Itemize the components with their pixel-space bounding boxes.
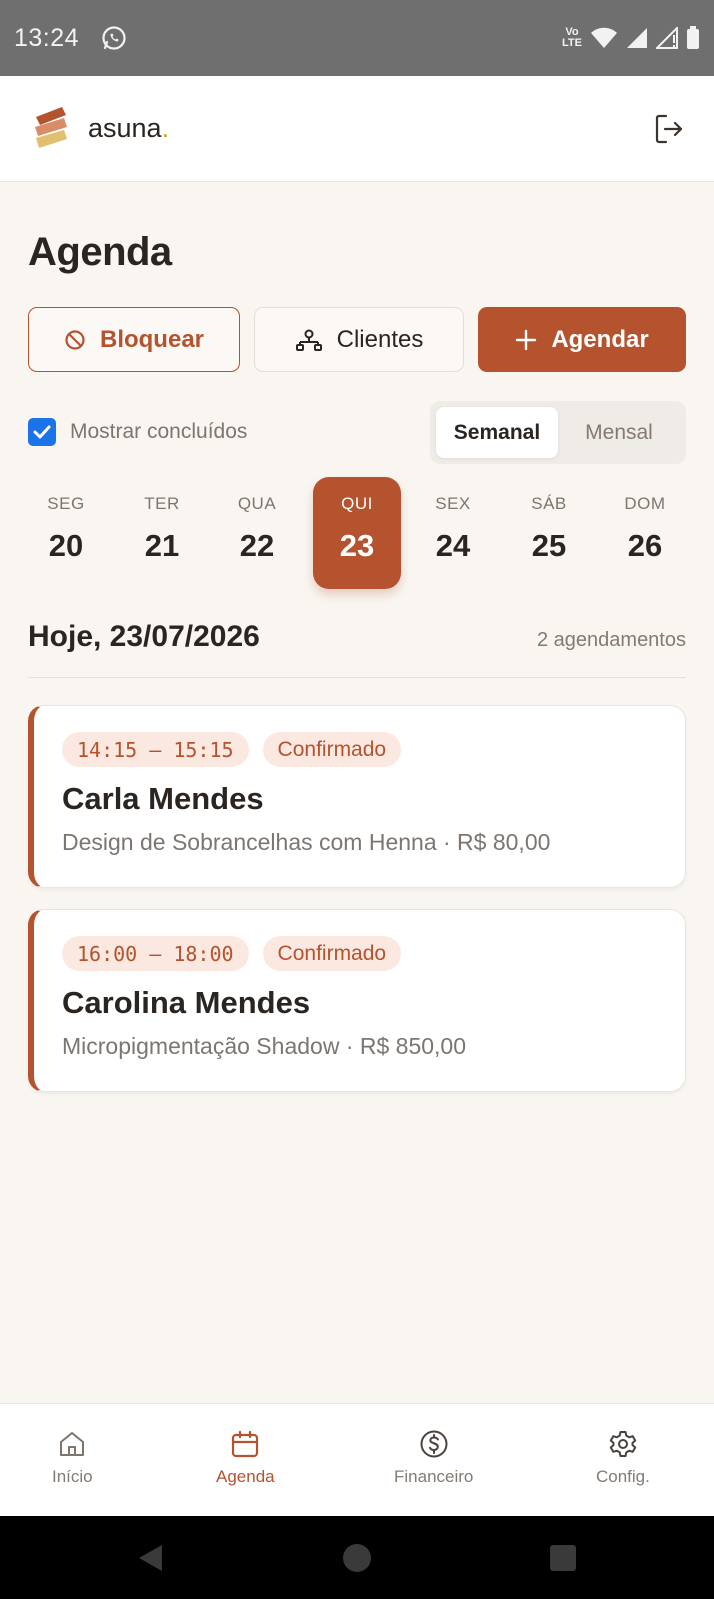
whatsapp-icon xyxy=(102,26,126,50)
show-completed-label: Mostrar concluídos xyxy=(70,420,248,443)
plus-icon xyxy=(516,329,537,350)
status-bar: 13:24 Vo LTE xyxy=(0,0,714,76)
service-detail: Design de Sobrancelhas com Henna · R$ 80… xyxy=(62,829,551,855)
recents-icon[interactable] xyxy=(549,1544,577,1572)
checkmark-icon xyxy=(33,425,51,439)
block-icon xyxy=(65,329,85,350)
client-name: Carla Mendes xyxy=(62,781,264,816)
show-completed-checkbox[interactable] xyxy=(28,418,56,446)
today-date-title: Hoje, 23/07/2026 xyxy=(28,620,260,653)
day-sun[interactable]: DOM 26 xyxy=(601,477,689,589)
bottom-nav: Início Agenda Financeiro Config. xyxy=(0,1403,714,1516)
brand-name: asuna. xyxy=(88,113,170,143)
day-sat[interactable]: SÁB 25 xyxy=(505,477,593,589)
appointment-count: 2 agendamentos xyxy=(536,629,686,651)
view-toggle: Semanal Mensal xyxy=(430,401,686,464)
today-header: Hoje, 23/07/2026 2 agendamentos xyxy=(28,620,686,654)
appointment-time: 14:15 – 15:15 xyxy=(62,732,249,767)
day-mon[interactable]: SEG 20 xyxy=(22,477,110,589)
page-title: Agenda xyxy=(28,230,172,274)
volte-indicator: Vo LTE xyxy=(562,26,582,49)
nav-home[interactable]: Início xyxy=(52,1429,93,1487)
wifi-icon xyxy=(591,27,617,48)
appointment-card[interactable]: 16:00 – 18:00 Confirmado Carolina Mendes… xyxy=(28,909,686,1092)
status-badge: Confirmado xyxy=(262,936,402,971)
logout-icon[interactable] xyxy=(652,112,686,146)
home-icon xyxy=(60,1432,85,1456)
view-monthly-tab[interactable]: Mensal xyxy=(558,407,680,458)
block-button[interactable]: Bloquear xyxy=(28,307,240,372)
gear-icon xyxy=(609,1431,637,1457)
system-nav-bar xyxy=(0,1516,714,1599)
day-wed[interactable]: QUA 22 xyxy=(213,477,301,589)
nav-agenda[interactable]: Agenda xyxy=(216,1429,275,1487)
nav-settings[interactable]: Config. xyxy=(596,1429,650,1487)
client-name: Carolina Mendes xyxy=(62,985,311,1020)
service-detail: Micropigmentação Shadow · R$ 850,00 xyxy=(62,1033,467,1059)
view-weekly-tab[interactable]: Semanal xyxy=(436,407,558,458)
clients-icon xyxy=(295,329,322,351)
nav-finance[interactable]: Financeiro xyxy=(394,1429,473,1487)
status-time: 13:24 xyxy=(14,23,80,52)
dollar-icon xyxy=(420,1430,448,1458)
divider xyxy=(28,677,686,678)
day-thu[interactable]: QUI 23 xyxy=(313,477,401,589)
show-completed-toggle[interactable]: Mostrar concluídos xyxy=(28,418,247,446)
clients-button[interactable]: Clientes xyxy=(254,307,464,372)
status-badge: Confirmado xyxy=(262,732,402,767)
home-circle-icon[interactable] xyxy=(342,1543,372,1573)
day-tue[interactable]: TER 21 xyxy=(118,477,206,589)
battery-icon xyxy=(687,26,699,49)
back-icon[interactable] xyxy=(136,1543,164,1573)
asuna-logo-icon xyxy=(35,106,67,148)
calendar-icon xyxy=(232,1430,259,1458)
app-header: asuna. xyxy=(0,76,714,182)
day-fri[interactable]: SEX 24 xyxy=(409,477,497,589)
signal-icon xyxy=(627,28,647,48)
signal-no-data-icon xyxy=(656,27,678,49)
week-strip: SEG 20 TER 21 QUA 22 QUI 23 SEX 24 SÁB 2… xyxy=(22,477,692,589)
appointment-time: 16:00 – 18:00 xyxy=(62,936,249,971)
appointment-card[interactable]: 14:15 – 15:15 Confirmado Carla Mendes De… xyxy=(28,705,686,888)
schedule-button[interactable]: Agendar xyxy=(478,307,686,372)
